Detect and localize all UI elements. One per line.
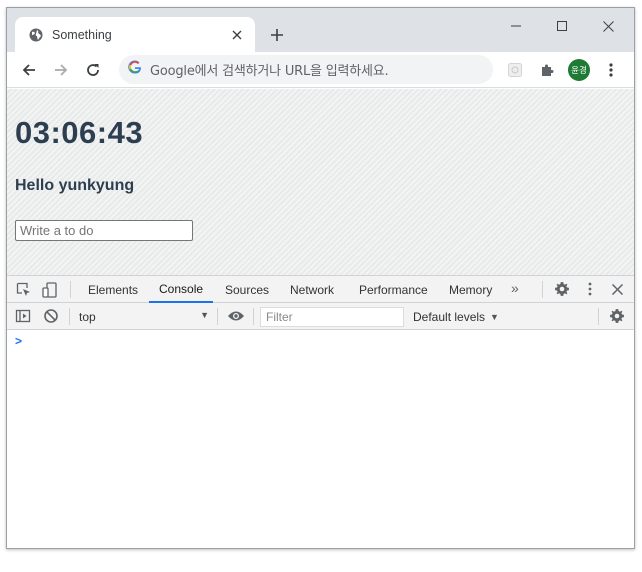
inspect-element-icon[interactable] xyxy=(15,281,33,299)
more-tabs-button[interactable]: » xyxy=(511,280,519,296)
devtools-panel: Elements Console Sources Network Perform… xyxy=(7,275,634,548)
devtools-menu-icon[interactable] xyxy=(581,280,599,298)
devtools-tab-bar: Elements Console Sources Network Perform… xyxy=(7,276,634,303)
devtools-divider xyxy=(542,281,543,298)
devtools-divider xyxy=(598,308,599,325)
log-levels-select[interactable]: Default levels ▼ xyxy=(413,307,499,326)
tab-title: Something xyxy=(52,27,112,42)
devtools-divider xyxy=(217,308,218,325)
devtools-divider xyxy=(69,308,70,325)
maximize-button[interactable] xyxy=(539,12,585,40)
new-tab-button[interactable] xyxy=(267,25,287,45)
page-viewport: 03:06:43 Hello yunkyung xyxy=(7,89,634,275)
puzzle-icon[interactable] xyxy=(535,58,559,82)
profile-avatar[interactable]: 윤경 xyxy=(568,59,590,81)
devtools-divider xyxy=(70,281,71,298)
browser-tab[interactable]: Something xyxy=(15,17,255,52)
gear-icon[interactable] xyxy=(553,280,571,298)
clock: 03:06:43 xyxy=(15,115,144,150)
forward-button[interactable] xyxy=(49,58,73,82)
tab-console[interactable]: Console xyxy=(149,276,214,303)
console-prompt[interactable]: > xyxy=(15,334,22,348)
browser-toolbar: Google에서 검색하거나 URL을 입력하세요. 윤경 xyxy=(7,52,634,88)
device-toolbar-icon[interactable] xyxy=(41,281,59,299)
reload-button[interactable] xyxy=(81,58,105,82)
globe-icon xyxy=(29,28,43,42)
google-g-icon xyxy=(128,60,142,79)
tab-sources[interactable]: Sources xyxy=(225,276,269,303)
console-toolbar: top ▼ Default levels ▼ xyxy=(7,303,634,330)
devtools-divider xyxy=(253,308,254,325)
sidebar-toggle-icon[interactable] xyxy=(14,307,32,325)
console-output[interactable]: > xyxy=(7,331,634,548)
extension-icon[interactable] xyxy=(503,58,527,82)
greeting: Hello yunkyung xyxy=(15,177,135,194)
clear-console-icon[interactable] xyxy=(42,307,60,325)
address-bar[interactable]: Google에서 검색하거나 URL을 입력하세요. xyxy=(119,55,493,84)
log-levels-value: Default levels xyxy=(413,309,486,324)
tab-elements[interactable]: Elements xyxy=(88,276,138,303)
close-window-button[interactable] xyxy=(585,12,631,40)
filter-input[interactable] xyxy=(260,307,404,327)
minimize-button[interactable] xyxy=(493,12,539,40)
console-settings-gear-icon[interactable] xyxy=(608,307,626,325)
close-devtools-icon[interactable] xyxy=(608,280,626,298)
back-button[interactable] xyxy=(17,58,41,82)
tab-memory[interactable]: Memory xyxy=(449,276,492,303)
browser-window: Something Google에서 검색하거나 URL을 입력하세요. 윤경 … xyxy=(6,7,635,549)
context-select-value: top xyxy=(79,309,96,324)
eye-icon[interactable] xyxy=(226,307,246,325)
tab-performance[interactable]: Performance xyxy=(359,276,428,303)
more-menu-icon[interactable] xyxy=(599,58,623,82)
context-select[interactable]: top ▼ xyxy=(75,307,213,326)
dropdown-arrow-icon: ▼ xyxy=(200,310,209,320)
close-tab-icon[interactable] xyxy=(229,27,245,43)
dropdown-arrow-icon: ▼ xyxy=(490,311,499,322)
address-bar-placeholder: Google에서 검색하거나 URL을 입력하세요. xyxy=(150,64,389,79)
tab-network[interactable]: Network xyxy=(290,276,334,303)
tab-strip: Something xyxy=(7,8,634,52)
todo-input[interactable] xyxy=(15,220,193,241)
